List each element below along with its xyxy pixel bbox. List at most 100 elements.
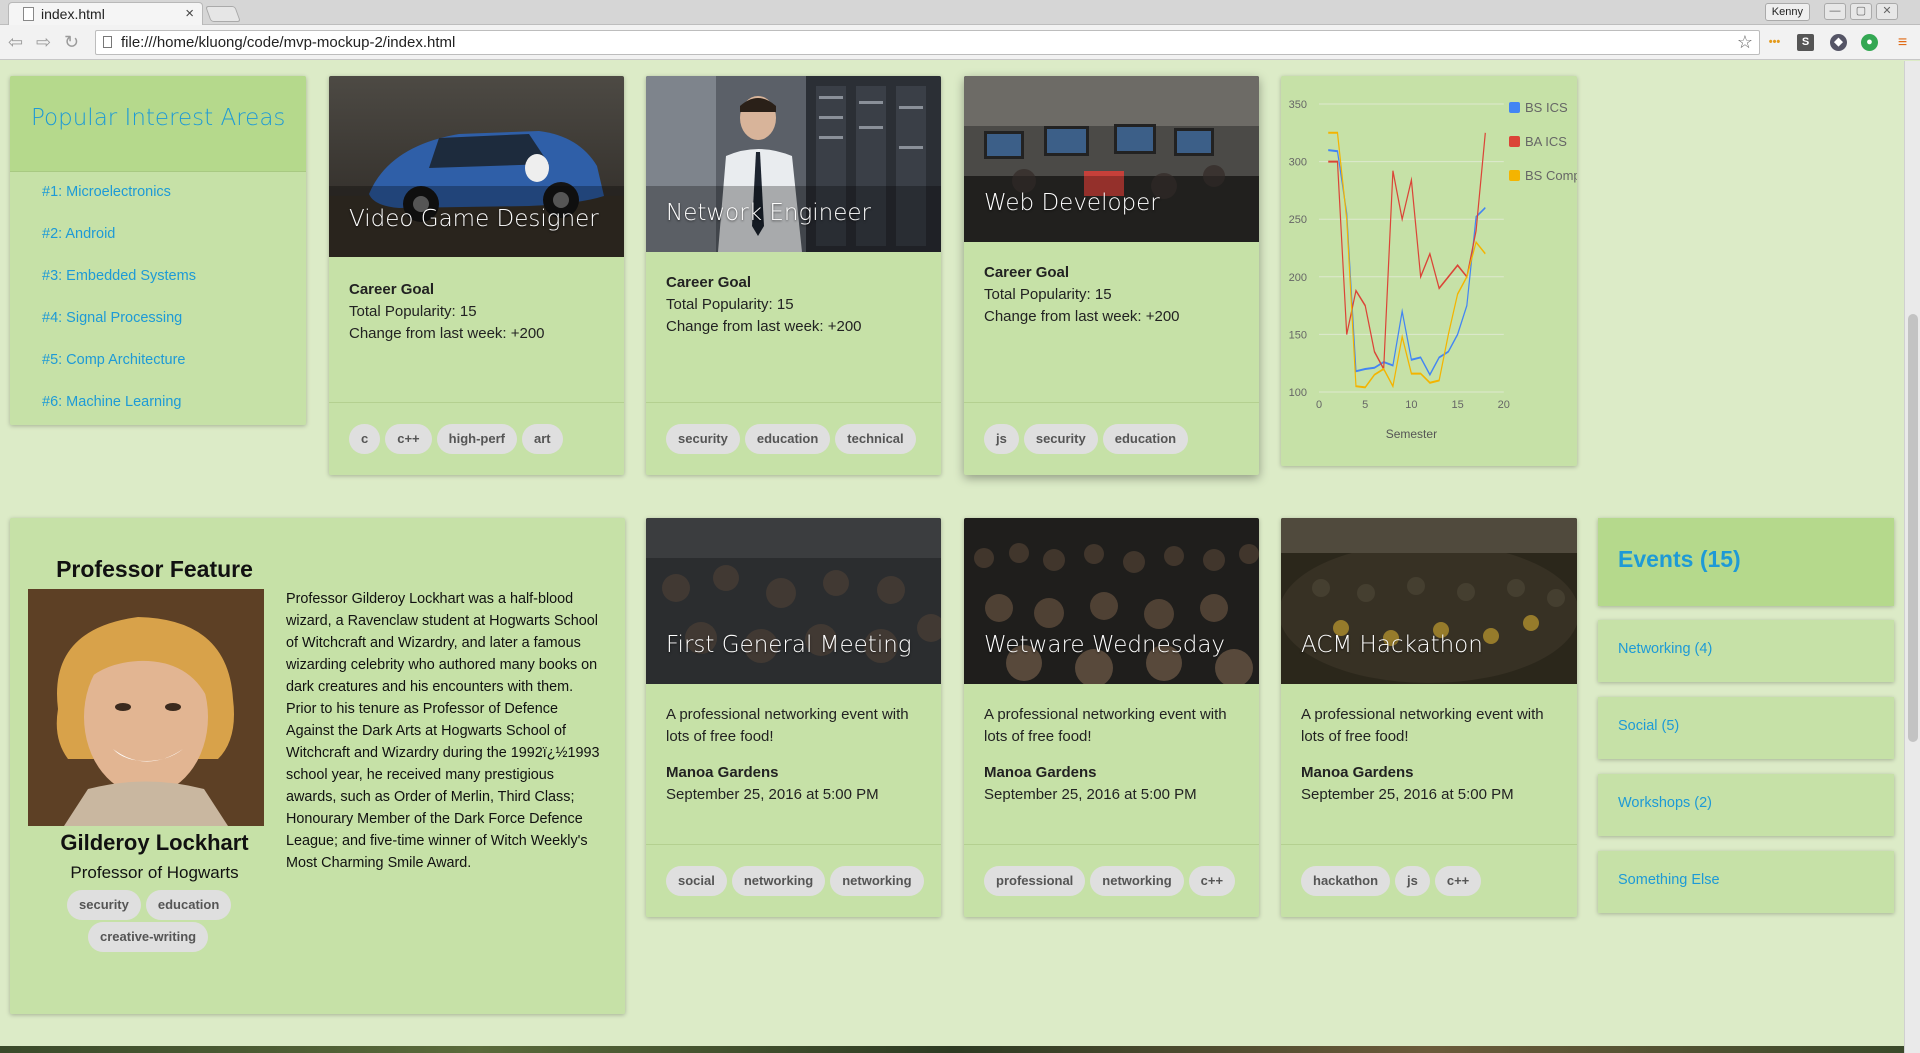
interest-item[interactable]: #5: Comp Architecture: [42, 352, 185, 368]
tag-chip[interactable]: high-perf: [436, 424, 517, 454]
event-description: A professional networking event with lot…: [1301, 706, 1544, 745]
event-image-hackathon: [1281, 518, 1577, 684]
scrollbar-thumb[interactable]: [1908, 314, 1918, 742]
tag-chip[interactable]: security: [67, 890, 141, 920]
tag-chip[interactable]: technical: [835, 424, 916, 454]
tag-chip[interactable]: c++: [385, 424, 432, 454]
event-card[interactable]: Wetware Wednesday A professional network…: [964, 518, 1259, 917]
ublock-shield-icon[interactable]: ◆: [1830, 34, 1847, 51]
event-date: September 25, 2016 at 5:00 PM: [984, 786, 1197, 803]
tab-title: index.html: [41, 6, 105, 22]
browser-toolbar: ⇦ ⇨ ↻ file:///home/kluong/code/mvp-mocku…: [0, 25, 1920, 60]
interest-item[interactable]: #6: Machine Learning: [42, 394, 181, 410]
background-image-strip: [0, 1046, 1904, 1053]
address-bar[interactable]: file:///home/kluong/code/mvp-mockup-2/in…: [95, 30, 1760, 55]
events-panel-title: Events (15): [1618, 546, 1741, 572]
tag-chip[interactable]: social: [666, 866, 727, 896]
tag-chip[interactable]: js: [984, 424, 1019, 454]
tag-chip[interactable]: creative-writing: [88, 922, 209, 952]
tag-chip[interactable]: education: [1102, 424, 1189, 454]
event-tags: professional networking c++: [984, 866, 1236, 896]
professor-tags-row2: creative-writing: [88, 922, 209, 952]
page-scrollbar[interactable]: [1904, 61, 1920, 1053]
event-category-label: Networking (4): [1618, 641, 1713, 657]
event-category-link[interactable]: Networking (4): [1598, 620, 1894, 682]
event-tags: social networking networking: [666, 866, 924, 896]
browser-tab[interactable]: index.html ×: [8, 2, 203, 26]
minimize-button[interactable]: —: [1824, 3, 1846, 20]
event-card[interactable]: ACM Hackathon A professional networking …: [1281, 518, 1577, 917]
career-details: Career Goal Total Popularity: 15 Change …: [984, 262, 1239, 328]
maximize-button[interactable]: ▢: [1850, 3, 1872, 20]
tag-chip[interactable]: professional: [984, 866, 1086, 896]
event-date: September 25, 2016 at 5:00 PM: [666, 786, 879, 803]
event-image-crowd: [964, 518, 1259, 684]
close-window-button[interactable]: ✕: [1876, 3, 1898, 20]
tag-chip[interactable]: security: [1023, 424, 1098, 454]
tag-chip[interactable]: networking: [830, 866, 924, 896]
career-image-office: [964, 76, 1259, 242]
bookmark-star-icon[interactable]: ☆: [1737, 31, 1753, 54]
career-change: Change from last week: +200: [349, 325, 545, 342]
extension-dots-icon[interactable]: •••: [1766, 34, 1783, 51]
event-category-link[interactable]: Social (5): [1598, 697, 1894, 759]
x-axis-label: Semester: [1386, 427, 1437, 441]
event-category-label: Something Else: [1618, 872, 1720, 888]
event-category-link[interactable]: Something Else: [1598, 851, 1894, 913]
interest-item[interactable]: #2: Android: [42, 226, 115, 242]
career-change: Change from last week: +200: [984, 308, 1180, 325]
interest-areas-title: Popular Interest Areas: [31, 105, 286, 131]
interest-item[interactable]: #4: Signal Processing: [42, 310, 182, 326]
event-category-link[interactable]: Workshops (2): [1598, 774, 1894, 836]
career-card[interactable]: Video Game Designer Career Goal Total Po…: [329, 76, 624, 475]
tag-chip[interactable]: education: [744, 424, 831, 454]
tag-chip[interactable]: js: [1395, 866, 1430, 896]
new-tab-button[interactable]: [205, 6, 241, 22]
profile-badge[interactable]: Kenny: [1764, 3, 1810, 21]
menu-icon[interactable]: ≡: [1894, 34, 1911, 51]
tag-chip[interactable]: education: [145, 890, 232, 920]
tag-chip[interactable]: c++: [1434, 866, 1482, 896]
forward-icon[interactable]: ⇨: [36, 32, 51, 53]
extension-green-icon[interactable]: ●: [1861, 34, 1878, 51]
tag-chip[interactable]: networking: [1090, 866, 1184, 896]
tag-chip[interactable]: art: [521, 424, 563, 454]
tag-chip[interactable]: networking: [731, 866, 826, 896]
back-icon[interactable]: ⇦: [8, 32, 23, 53]
career-goal-label: Career Goal: [666, 274, 752, 291]
y-tick-label: 150: [1289, 329, 1307, 341]
tab-close-icon[interactable]: ×: [185, 3, 194, 25]
career-details: Career Goal Total Popularity: 15 Change …: [349, 279, 604, 345]
tag-chip[interactable]: c: [349, 424, 381, 454]
tag-chip[interactable]: c++: [1188, 866, 1236, 896]
career-tags: c c++ high-perf art: [349, 424, 563, 454]
event-details: A professional networking event with lot…: [1301, 704, 1557, 806]
tag-chip[interactable]: security: [666, 424, 740, 454]
card-divider: [646, 844, 941, 845]
professor-section-title: Professor Feature: [56, 556, 253, 582]
reload-icon[interactable]: ↻: [64, 32, 79, 53]
legend-swatch: [1509, 102, 1520, 113]
legend-swatch: [1509, 136, 1520, 147]
events-panel-header[interactable]: Events (15): [1598, 518, 1894, 606]
career-details: Career Goal Total Popularity: 15 Change …: [666, 272, 921, 338]
event-details: A professional networking event with lot…: [984, 704, 1239, 806]
event-description: A professional networking event with lot…: [984, 706, 1227, 745]
event-details: A professional networking event with lot…: [666, 704, 921, 806]
career-title: Web Developer: [984, 190, 1160, 216]
series-line: [1328, 149, 1486, 377]
tag-chip[interactable]: hackathon: [1301, 866, 1391, 896]
event-card[interactable]: First General Meeting A professional net…: [646, 518, 941, 917]
extension-s-icon[interactable]: S: [1797, 34, 1814, 51]
card-divider: [964, 844, 1259, 845]
x-tick-label: 5: [1362, 399, 1368, 411]
career-card[interactable]: Network Engineer Career Goal Total Popul…: [646, 76, 941, 475]
interest-item[interactable]: #1: Microelectronics: [42, 184, 171, 200]
career-tags: security education technical: [666, 424, 916, 454]
career-popularity: Total Popularity: 15: [666, 296, 794, 313]
x-tick-label: 10: [1405, 399, 1417, 411]
x-tick-label: 20: [1498, 399, 1510, 411]
interest-item[interactable]: #3: Embedded Systems: [42, 268, 196, 284]
career-card[interactable]: Web Developer Career Goal Total Populari…: [964, 76, 1259, 475]
x-tick-label: 15: [1451, 399, 1463, 411]
